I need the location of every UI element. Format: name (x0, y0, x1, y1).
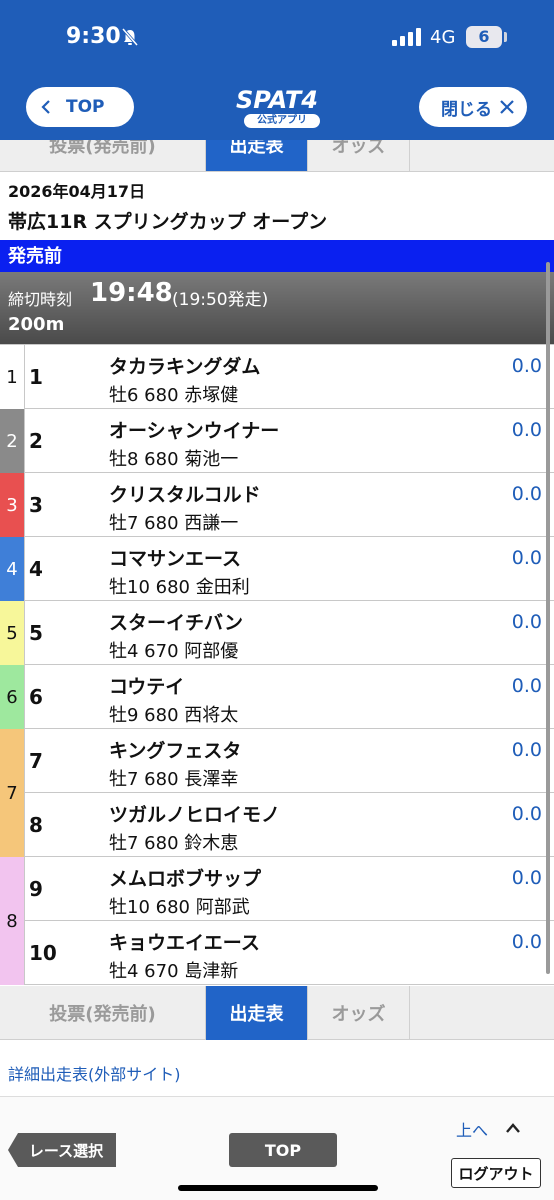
horse-info: 牡10 680 金田利 (109, 577, 250, 598)
horse-name: キョウエイエース (109, 932, 260, 954)
tab-bar-bottom: 投票(発売前) 出走表 オッズ (0, 986, 554, 1040)
horse-name: メムロボブサップ (109, 868, 262, 890)
time-panel: 締切時刻 19:48 (19:50発走) 200m (0, 272, 554, 344)
tab-vote[interactable]: 投票(発売前) (0, 140, 206, 171)
external-detail-link[interactable]: 詳細出走表(外部サイト) (8, 1061, 181, 1085)
frame-cell: 6 (0, 665, 25, 729)
app-header: 9:30 4G 6 TOP SPAT4 公式アプリ 閉じる (0, 0, 554, 140)
horse-info: 牡4 670 阿部優 (109, 641, 239, 662)
horse-info: 牡8 680 菊池一 (109, 449, 239, 470)
sale-status: 発売前 (0, 240, 554, 272)
footer: レース選択 TOP 上へ ログアウト (0, 1096, 554, 1200)
battery-level: 6 (466, 26, 502, 48)
home-indicator (178, 1185, 378, 1191)
horse-info: 牡7 680 鈴木恵 (109, 833, 239, 854)
horse-odds: 0.0 (511, 611, 542, 633)
horse-number: 6 (29, 685, 43, 709)
tab-entries[interactable]: 出走表 (206, 986, 308, 1040)
tab-vote[interactable]: 投票(発売前) (0, 986, 206, 1040)
horse-odds: 0.0 (511, 675, 542, 697)
table-row[interactable]: 5 スターイチバン 牡4 670 阿部優 0.0 (25, 601, 554, 665)
deadline-label: 締切時刻 (8, 290, 73, 309)
horse-number: 7 (29, 749, 43, 773)
network-type: 4G (430, 27, 456, 48)
horse-info: 牡9 680 西将太 (109, 705, 239, 726)
logout-button[interactable]: ログアウト (451, 1158, 541, 1188)
horse-name: コマサンエース (109, 548, 242, 570)
deadline-time: 19:48 (90, 278, 173, 308)
horse-name: クリスタルコルド (109, 484, 261, 506)
frame-cell: 2 (0, 409, 25, 473)
app-logo: SPAT4 (235, 86, 319, 114)
app-logo-tag: 公式アプリ (244, 114, 320, 128)
race-name: 帯広11R スプリングカップ オープン (8, 211, 328, 233)
horse-name: コウテイ (109, 676, 185, 698)
top-button[interactable]: TOP (26, 87, 134, 127)
battery-tip (504, 32, 507, 42)
horse-name: キングフェスタ (109, 740, 242, 762)
horse-number: 10 (29, 941, 57, 965)
table-row[interactable]: 4 コマサンエース 牡10 680 金田利 0.0 (25, 537, 554, 601)
horse-info: 牡10 680 阿部武 (109, 897, 250, 918)
frame-cell: 5 (0, 601, 25, 665)
table-row[interactable]: 8 ツガルノヒロイモノ 牡7 680 鈴木恵 0.0 (25, 793, 554, 857)
table-row[interactable]: 9 メムロボブサップ 牡10 680 阿部武 0.0 (25, 857, 554, 921)
chevron-left-icon (41, 100, 50, 114)
horse-number: 1 (29, 365, 43, 389)
horse-odds: 0.0 (511, 483, 542, 505)
horse-odds: 0.0 (511, 419, 542, 441)
table-row[interactable]: 2 オーシャンウイナー 牡8 680 菊池一 0.0 (25, 409, 554, 473)
horse-number: 4 (29, 557, 43, 581)
horse-odds: 0.0 (511, 547, 542, 569)
horse-info: 牡7 680 長澤幸 (109, 769, 239, 790)
entries-table: 1 2 3 4 5 6 7 8 1 タカラキングダム 牡6 680 赤塚健 0.… (0, 344, 554, 985)
bell-muted-icon (122, 28, 138, 46)
close-button-label: 閉じる (441, 99, 492, 120)
horse-name: タカラキングダム (109, 356, 261, 378)
horse-number: 5 (29, 621, 43, 645)
horse-info: 牡4 670 島津新 (109, 961, 239, 982)
top-button-label: TOP (66, 97, 105, 117)
horse-odds: 0.0 (511, 867, 542, 889)
horse-odds: 0.0 (511, 739, 542, 761)
frame-cell: 8 (0, 857, 25, 985)
horse-number: 9 (29, 877, 43, 901)
close-icon (500, 100, 514, 114)
tab-entries[interactable]: 出走表 (206, 140, 308, 171)
horse-info: 牡6 680 赤塚健 (109, 385, 239, 406)
close-button[interactable]: 閉じる (419, 87, 527, 127)
horse-number: 2 (29, 429, 43, 453)
scrollbar[interactable] (546, 262, 550, 974)
tab-bar-top: 投票(発売前) 出走表 オッズ (0, 140, 554, 172)
horse-odds: 0.0 (511, 931, 542, 953)
race-distance: 200m (8, 314, 65, 335)
table-row[interactable]: 7 キングフェスタ 牡7 680 長澤幸 0.0 (25, 729, 554, 793)
horse-odds: 0.0 (511, 803, 542, 825)
horse-number: 3 (29, 493, 43, 517)
horse-name: スターイチバン (109, 612, 243, 634)
horse-name: オーシャンウイナー (109, 420, 280, 442)
frame-cell: 3 (0, 473, 25, 537)
start-time: (19:50発走) (172, 290, 269, 310)
table-row[interactable]: 10 キョウエイエース 牡4 670 島津新 0.0 (25, 921, 554, 985)
tab-odds[interactable]: オッズ (308, 986, 410, 1040)
race-date: 2026年04月17日 (8, 182, 146, 201)
frame-cell: 1 (0, 345, 25, 409)
table-row[interactable]: 3 クリスタルコルド 牡7 680 西謙一 0.0 (25, 473, 554, 537)
signal-icon (392, 28, 421, 46)
horse-odds: 0.0 (511, 355, 542, 377)
tab-odds[interactable]: オッズ (308, 140, 410, 171)
table-row[interactable]: 1 タカラキングダム 牡6 680 赤塚健 0.0 (25, 345, 554, 409)
horse-number: 8 (29, 813, 43, 837)
footer-top-button[interactable]: TOP (229, 1133, 337, 1167)
chevron-up-icon[interactable] (504, 1121, 522, 1135)
table-row[interactable]: 6 コウテイ 牡9 680 西将太 0.0 (25, 665, 554, 729)
horse-info: 牡7 680 西謙一 (109, 513, 239, 534)
frame-cell: 4 (0, 537, 25, 601)
status-time: 9:30 (66, 24, 121, 49)
race-select-button[interactable]: レース選択 (8, 1133, 116, 1167)
frame-cell: 7 (0, 729, 25, 857)
horse-name: ツガルノヒロイモノ (109, 804, 281, 826)
page-up-link[interactable]: 上へ (456, 1117, 488, 1141)
